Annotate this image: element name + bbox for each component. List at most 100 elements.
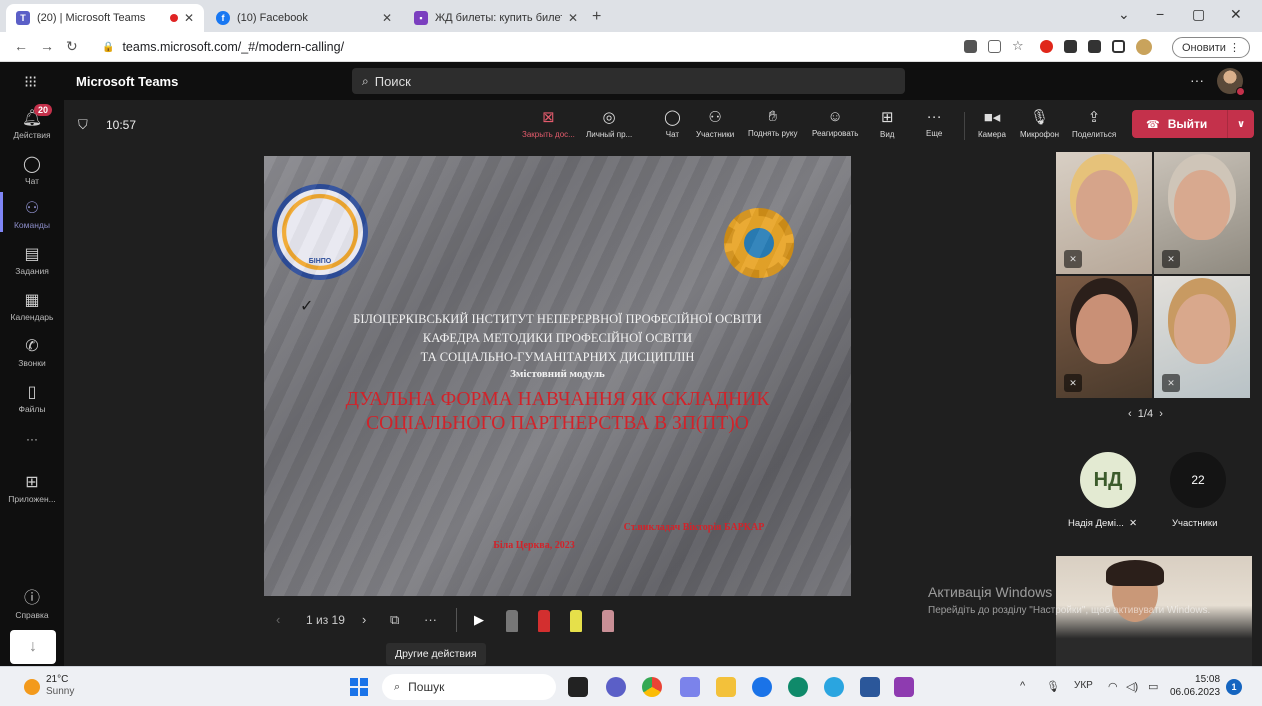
participant-count-avatar[interactable]: 22 <box>1170 452 1226 508</box>
pen-red-icon[interactable] <box>538 610 550 632</box>
chat-button[interactable]: ◯ Чат <box>664 108 681 139</box>
rail-item-assignments[interactable]: ▤ Задания <box>0 244 64 276</box>
highlighter-icon[interactable] <box>570 610 582 632</box>
update-browser-button[interactable]: Оновити ⋮ <box>1172 37 1250 58</box>
pointer-icon[interactable]: ▶ <box>474 612 484 628</box>
download-icon[interactable]: ↓ <box>10 630 56 664</box>
minimize-icon[interactable]: − <box>1156 6 1164 22</box>
page-indicator: 1 из 19 <box>306 613 345 627</box>
tray-expand-icon[interactable]: ^ <box>1020 680 1025 692</box>
profile-avatar-icon[interactable] <box>1136 39 1152 55</box>
view-button[interactable]: ⊞ Вид <box>880 108 894 139</box>
taskbar-search[interactable]: ⌕ Пошук <box>382 674 556 700</box>
rail-item-files[interactable]: ▯ Файлы <box>0 382 64 414</box>
chrome-icon[interactable] <box>642 677 662 697</box>
more-options-icon[interactable]: ··· <box>424 612 437 627</box>
chevron-down-icon[interactable]: ∨ <box>1228 119 1254 130</box>
rail-item-apps[interactable]: ⊞ Приложен... <box>0 472 64 504</box>
maximize-icon[interactable]: ▢ <box>1192 6 1205 23</box>
rail-item-activity[interactable]: 🔔︎ 20 Действия <box>0 104 64 140</box>
next-page-icon[interactable]: › <box>1159 408 1163 420</box>
user-avatar[interactable] <box>1217 68 1245 96</box>
participants-button[interactable]: ⚇ Участники <box>696 108 734 139</box>
notification-badge[interactable]: 1 <box>1226 679 1242 695</box>
file-explorer-icon[interactable] <box>716 677 736 697</box>
new-tab-icon[interactable]: + <box>592 8 601 26</box>
reload-icon[interactable]: ↻ <box>66 38 78 55</box>
start-icon[interactable] <box>350 678 368 696</box>
rail-item-teams[interactable]: ⚇ Команды <box>0 192 64 232</box>
telegram-icon[interactable] <box>824 677 844 697</box>
tab-facebook[interactable]: f (10) Facebook ✕ <box>206 4 402 32</box>
eraser-icon[interactable] <box>602 610 614 632</box>
windows-taskbar: 21°C Sunny ⌕ Пошук ^ 🎙︎ УКР ◠ ◁) ▭ 15:08… <box>0 666 1262 706</box>
close-window-icon[interactable]: ✕ <box>1230 6 1242 23</box>
extension-icon[interactable] <box>1064 40 1077 53</box>
more-options-icon[interactable]: ··· <box>1190 72 1204 88</box>
weather-widget[interactable]: 21°C Sunny <box>46 674 74 698</box>
url-field[interactable]: 🔒 teams.microsoft.com/_#/modern-calling/ <box>92 36 952 58</box>
share-icon[interactable] <box>988 40 1001 53</box>
shared-slide: БІНПО ✓ БІЛОЦЕРКІВСЬКИЙ ІНСТИТУТ НЕПЕРЕР… <box>264 156 851 596</box>
task-view-icon[interactable] <box>568 677 588 697</box>
raise-hand-button[interactable]: ✋︎ Поднять руку <box>748 108 797 138</box>
prev-page-icon[interactable]: ‹ <box>1128 408 1132 420</box>
left-rail: 🔔︎ 20 Действия ◯ Чат ⚇ Команды ▤ Задания… <box>0 100 64 666</box>
forward-icon[interactable]: → <box>40 38 54 54</box>
rail-item-chat[interactable]: ◯ Чат <box>0 154 64 186</box>
control-label: Чат <box>665 130 680 139</box>
rail-more-icon[interactable]: ··· <box>0 432 64 448</box>
leave-button[interactable]: ☎ Выйти ∨ <box>1132 110 1254 138</box>
clock[interactable]: 15:08 06.06.2023 <box>1170 673 1220 699</box>
winrar-icon[interactable] <box>894 677 914 697</box>
app-launcher-icon[interactable]: ⁝⁝⁝ <box>24 72 37 92</box>
slide-grid-icon[interactable]: ⧉ <box>390 612 399 628</box>
teams-app-icon[interactable] <box>680 677 700 697</box>
personal-mode-button[interactable]: ◎ Личный пр... <box>586 108 632 139</box>
language-indicator[interactable]: УКР <box>1074 680 1093 691</box>
tab-teams[interactable]: T (20) | Microsoft Teams ✕ <box>6 4 204 32</box>
participant-video[interactable]: ✕ <box>1154 276 1250 398</box>
close-tab-icon[interactable]: ✕ <box>382 11 392 25</box>
mic-muted-icon: ✕ <box>1162 250 1180 268</box>
cortana-icon[interactable] <box>752 677 772 697</box>
react-button[interactable]: ☺ Реагировать <box>812 108 858 138</box>
close-tab-icon[interactable]: ✕ <box>568 11 578 25</box>
battery-icon[interactable]: ▭ <box>1148 680 1158 693</box>
participant-name: Надія Демі... ✕ <box>1068 518 1137 529</box>
more-actions-button[interactable]: ··· Еще <box>926 108 942 138</box>
rail-item-help[interactable]: ⓘ Справка <box>0 584 64 620</box>
bookmark-star-icon[interactable]: ☆ <box>1012 38 1025 53</box>
camera-button[interactable]: ■◂ Камера <box>978 108 1006 139</box>
search-input[interactable]: ⌕ Поиск <box>352 68 905 94</box>
participant-video[interactable]: ✕ <box>1056 276 1152 398</box>
volume-icon[interactable]: ◁) <box>1126 680 1138 693</box>
microphone-tray-icon[interactable]: 🎙︎ <box>1046 680 1060 693</box>
pen-gray-icon[interactable] <box>506 610 518 632</box>
help-icon: ⓘ <box>23 590 40 607</box>
wifi-icon[interactable]: ◠ <box>1108 680 1118 693</box>
tab-search-icon[interactable]: ⌄ <box>1118 6 1130 23</box>
camera-indicator-icon[interactable] <box>964 40 977 53</box>
participant-avatar[interactable]: НД <box>1080 452 1136 508</box>
opera-extension-icon[interactable] <box>1040 40 1053 53</box>
participant-video[interactable]: ✕ <box>1154 152 1250 274</box>
back-icon[interactable]: ← <box>14 38 28 54</box>
url-text: teams.microsoft.com/_#/modern-calling/ <box>122 40 345 54</box>
stop-sharing-button[interactable]: ⊠ Закрыть дос... <box>522 108 575 139</box>
tab-tickets[interactable]: ▪ ЖД билеты: купить билет на по ✕ <box>404 4 588 32</box>
next-slide-icon[interactable]: › <box>362 612 366 627</box>
sidebar-icon[interactable] <box>1112 40 1125 53</box>
microphone-button[interactable]: 🎙︎ Микрофон <box>1020 108 1059 139</box>
edge-icon[interactable] <box>788 677 808 697</box>
sun-icon[interactable] <box>24 679 40 695</box>
prev-slide-icon[interactable]: ‹ <box>276 612 280 627</box>
teams-chat-icon[interactable] <box>606 677 626 697</box>
close-tab-icon[interactable]: ✕ <box>184 11 194 25</box>
word-icon[interactable] <box>860 677 880 697</box>
participant-video[interactable]: ✕ <box>1056 152 1152 274</box>
share-button[interactable]: ⇪ Поделиться <box>1072 108 1116 139</box>
rail-item-calls[interactable]: ✆ Звонки <box>0 336 64 368</box>
rail-item-calendar[interactable]: ▦ Календарь <box>0 290 64 322</box>
puzzle-extensions-icon[interactable] <box>1088 40 1101 53</box>
